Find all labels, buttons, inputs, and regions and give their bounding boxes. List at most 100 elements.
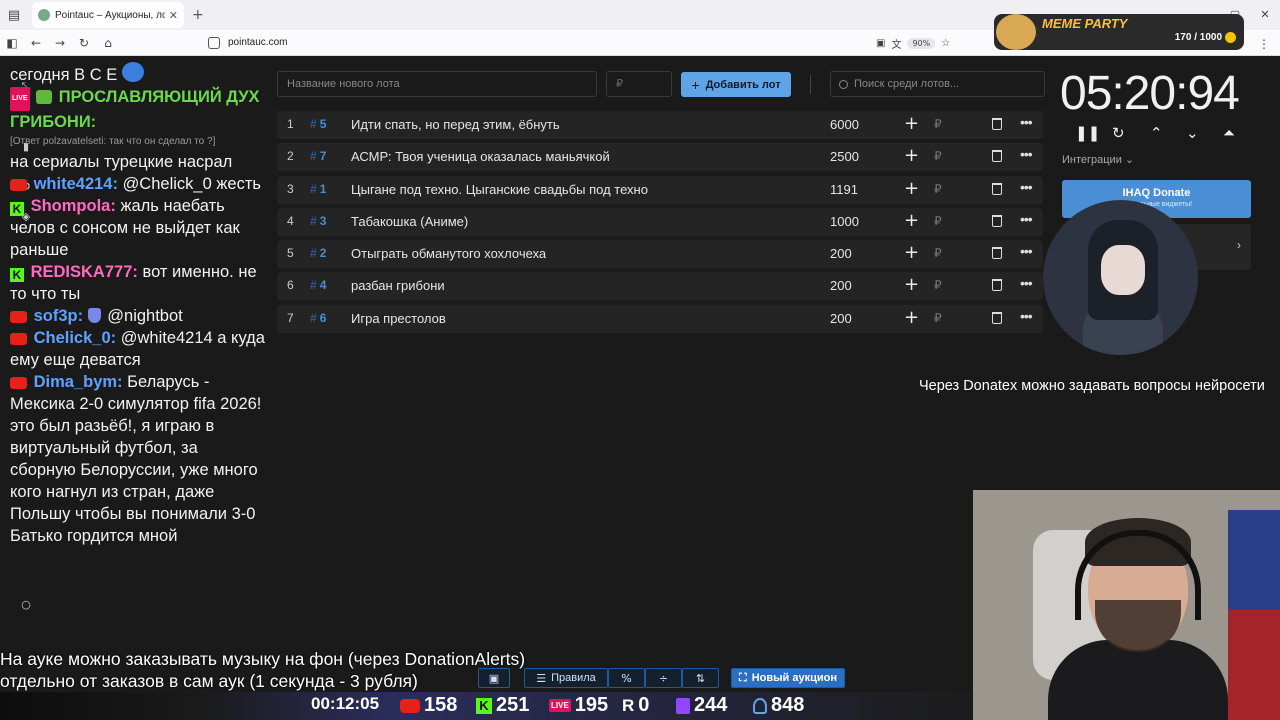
delete-lot-icon[interactable] (992, 150, 1002, 163)
lot-menu-icon[interactable]: ••• (1020, 243, 1033, 259)
lot-title[interactable]: Отыграть обманутого хохлочеха (351, 246, 546, 261)
rub-icon[interactable]: ₽ (934, 117, 942, 131)
search-icon (839, 79, 848, 89)
zoom-level[interactable]: 90% (907, 37, 936, 49)
lot-id: #5 (310, 117, 327, 131)
lot-title[interactable]: разбан грибони (351, 278, 445, 293)
lot-amount[interactable]: 6000 (830, 117, 859, 132)
percent-icon[interactable]: % (608, 668, 645, 688)
uptime: 00:12:05 (311, 694, 380, 713)
close-window-icon[interactable]: ✕ (1250, 0, 1280, 30)
lot-title[interactable]: Табакошка (Аниме) (351, 214, 468, 229)
lot-amount[interactable]: 200 (830, 311, 852, 326)
rub-icon[interactable]: ₽ (934, 214, 942, 228)
vk-live-icon: LIVE (549, 699, 571, 712)
lot-amount[interactable]: 1191 (830, 182, 858, 197)
browser-tab-active[interactable]: Pointauc – Аукционы, лотереи ✕ (32, 2, 184, 28)
chat-message: LIVE ПРОСЛАВЛЯЮЩИЙ ДУХ ГРИБОНИ: (10, 86, 266, 133)
split-icon[interactable]: ÷ (645, 668, 682, 688)
browser-menu-icon[interactable]: ⋮ (1258, 37, 1270, 51)
chat-text: @nightbot (107, 307, 183, 325)
lot-menu-icon[interactable]: ••• (1020, 308, 1033, 324)
lot-menu-icon[interactable]: ••• (1020, 211, 1033, 227)
user-icon[interactable]: ○ (19, 598, 33, 612)
sort-icon[interactable]: ⇅ (682, 668, 719, 688)
tab-close-icon[interactable]: ✕ (169, 9, 178, 22)
rub-icon[interactable]: ₽ (934, 182, 942, 196)
music-notice: На ауке можно заказывать музыку на фон (… (0, 649, 526, 691)
vk-live-icon: LIVE (10, 87, 30, 111)
delete-lot-icon[interactable] (992, 247, 1002, 260)
add-amount-icon[interactable]: + (904, 210, 919, 231)
youtube-icon (10, 311, 27, 323)
lot-position: 1 (287, 117, 294, 131)
home-icon[interactable]: ⌂ (96, 36, 120, 50)
chat-message: K REDISKA777: вот именно. не то что ты (10, 261, 266, 305)
decrease-time-icon[interactable]: ⌄ (1186, 124, 1199, 142)
add-amount-icon[interactable]: + (904, 274, 919, 295)
doge-image (996, 14, 1036, 50)
chat-nick: REDISKA777: (30, 263, 138, 281)
site-favicon-icon (38, 9, 50, 21)
delete-lot-icon[interactable] (992, 118, 1002, 130)
youtube-viewers: 158 (400, 694, 457, 717)
rub-icon[interactable]: ₽ (934, 149, 942, 163)
site-info-icon[interactable] (208, 36, 220, 49)
new-lot-price-input[interactable]: ₽ (606, 71, 672, 97)
webcam-feed (973, 490, 1280, 720)
lot-title[interactable]: Игра престолов (351, 311, 446, 326)
address-bar[interactable]: pointauc.com (208, 36, 288, 49)
add-amount-icon[interactable]: + (904, 113, 919, 134)
add-amount-icon[interactable]: + (904, 307, 919, 328)
double-up-icon[interactable]: ⏶ (1223, 124, 1235, 142)
new-lot-name-input[interactable]: Название нового лота (277, 71, 597, 97)
bookmark-star-icon[interactable]: ☆ (941, 38, 950, 49)
lot-amount[interactable]: 200 (830, 246, 852, 261)
lot-row: 5 #2 Отыграть обманутого хохлочеха 200 +… (277, 240, 1043, 269)
rub-icon[interactable]: ₽ (934, 246, 942, 260)
delete-lot-icon[interactable] (992, 311, 1002, 324)
lot-menu-icon[interactable]: ••• (1020, 146, 1033, 162)
add-lot-label: Добавить лот (705, 78, 781, 91)
lot-title[interactable]: АСМР: Твоя ученица оказалась маньячкой (351, 149, 610, 164)
lot-menu-icon[interactable]: ••• (1020, 275, 1033, 291)
new-auction-button[interactable]: ⛶ Новый аукцион (731, 668, 845, 688)
tab-list-icon[interactable]: ▤ (0, 0, 28, 30)
vtuber-avatar (1043, 200, 1198, 355)
lot-menu-icon[interactable]: ••• (1020, 179, 1033, 195)
new-tab-button[interactable]: + (192, 7, 204, 23)
add-amount-icon[interactable]: + (904, 242, 919, 263)
delete-lot-icon[interactable] (992, 279, 1002, 292)
delete-lot-icon[interactable] (992, 214, 1002, 227)
auction-timer: 05:20:94 (1060, 67, 1240, 120)
lot-menu-icon[interactable]: ••• (1020, 114, 1033, 130)
reset-icon[interactable]: ↻ (1112, 124, 1125, 142)
add-lot-button[interactable]: + Добавить лот (681, 72, 791, 97)
rub-icon[interactable]: ₽ (934, 311, 942, 325)
meme-party-count: 170 / 1000 (1174, 32, 1222, 43)
back-icon[interactable]: ← (24, 36, 48, 50)
rub-icon[interactable]: ₽ (934, 278, 942, 292)
forward-icon[interactable]: → (48, 36, 72, 50)
reader-view-icon[interactable]: ▣ (876, 38, 885, 49)
kick-icon: K (476, 697, 492, 714)
increase-time-icon[interactable]: ⌃ (1150, 124, 1163, 142)
lot-search-input[interactable]: Поиск среди лотов... (830, 71, 1045, 97)
delete-lot-icon[interactable] (992, 182, 1002, 195)
lot-amount[interactable]: 200 (830, 278, 852, 293)
user-icon (753, 697, 767, 714)
save-icon[interactable]: ▣ (478, 668, 510, 688)
integrations-dropdown[interactable]: Интеграции ⌄ (1062, 153, 1134, 166)
translate-icon[interactable]: 文 (891, 36, 901, 51)
sidebar-toggle-icon[interactable]: ◧ (0, 36, 24, 50)
lot-amount[interactable]: 1000 (830, 214, 859, 229)
reload-icon[interactable]: ↻ (72, 36, 96, 50)
lot-title[interactable]: Идти спать, но перед этим, ёбнуть (351, 117, 560, 132)
pause-icon[interactable]: ❚❚ (1075, 124, 1100, 142)
lot-amount[interactable]: 2500 (830, 149, 859, 164)
add-amount-icon[interactable]: + (904, 178, 919, 199)
lot-title[interactable]: Цыгане под техно. Цыганские свадьбы под … (351, 182, 648, 197)
url-text: pointauc.com (228, 37, 288, 48)
add-amount-icon[interactable]: + (904, 145, 919, 166)
rules-button[interactable]: ☰ Правила (524, 668, 608, 688)
